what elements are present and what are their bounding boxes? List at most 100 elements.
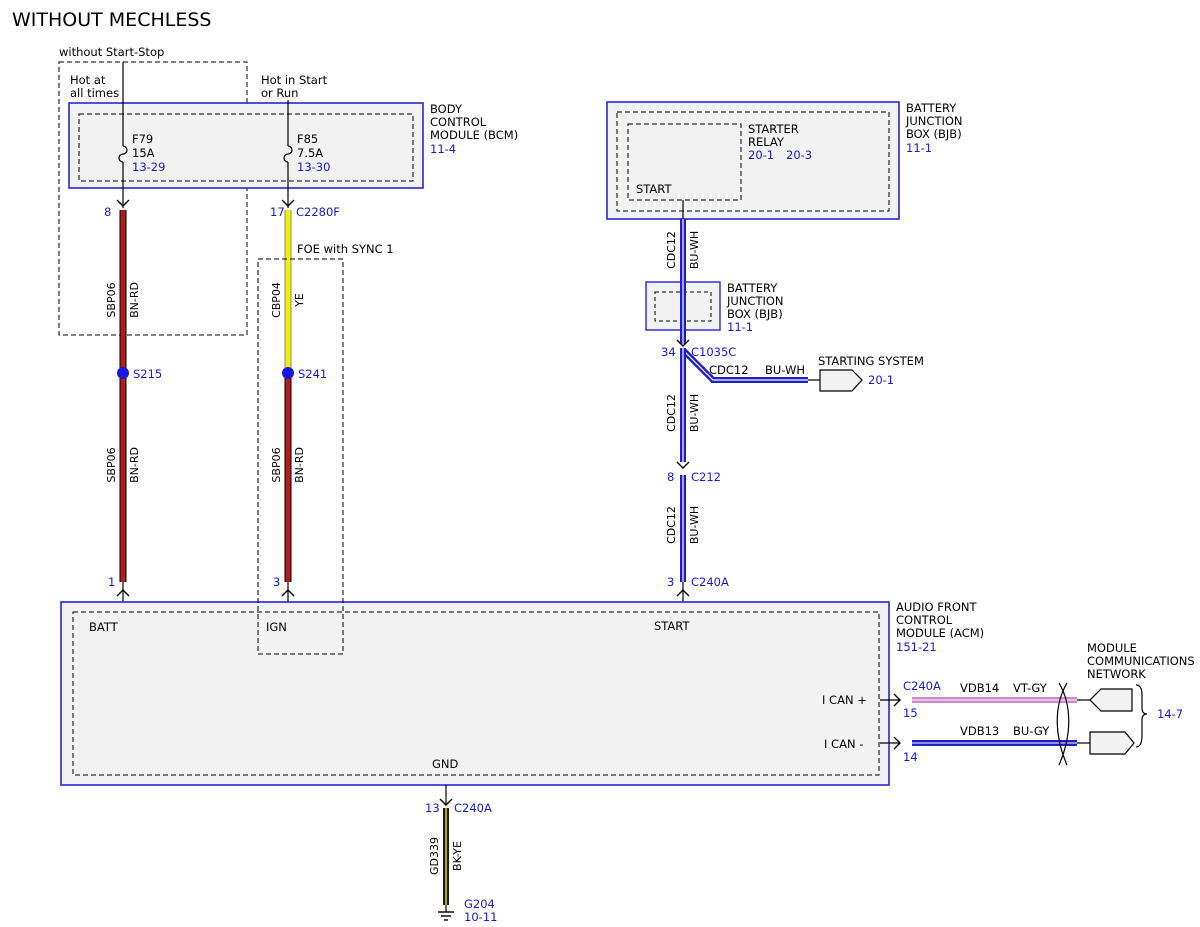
pin-8: 8 <box>104 205 111 219</box>
bcm-module <box>68 102 424 189</box>
wire-label-color: BN-RD <box>128 447 141 483</box>
wire-label-color: BU-WH <box>688 394 701 432</box>
bjb-name-1: BATTERY <box>906 101 957 115</box>
acm-pin-ican-hi: I CAN + <box>822 693 867 707</box>
connector-c240a-gnd: C240A <box>454 801 492 815</box>
acm-name-2: CONTROL <box>896 613 953 627</box>
connector-c240a-can: C240A <box>903 679 941 693</box>
acm-pin-start: START <box>654 619 690 633</box>
fuse-f79-ref: 13-29 <box>132 160 165 174</box>
starter-relay-1: STARTER <box>748 122 799 136</box>
starting-system-arrow-icon <box>819 369 863 392</box>
wire-label-color: BU-GY <box>1013 724 1050 738</box>
wire-label-color: YE <box>293 293 306 308</box>
bracket-icon <box>1135 684 1148 748</box>
fuse-f79-id: F79 <box>132 132 153 146</box>
acm-name-1: AUDIO FRONT <box>896 600 977 614</box>
acm-pin-gnd: GND <box>432 757 459 771</box>
wire-label-circuit: CDC12 <box>665 231 678 269</box>
starter-relay-ref1: 20-1 <box>748 148 774 162</box>
wire-label-color: BU-WH <box>765 363 805 377</box>
hot-at-all-times-2: all times <box>70 86 119 100</box>
pin-3-start: 3 <box>667 575 674 589</box>
wire-label-circuit: SBP06 <box>270 447 283 482</box>
wire-label-circuit: SBP06 <box>105 447 118 482</box>
wire-label-color: BN-RD <box>128 282 141 318</box>
wire-label-circuit: CDC12 <box>709 363 749 377</box>
connector-c240a-top: C240A <box>691 575 729 589</box>
starting-system-label: STARTING SYSTEM <box>818 354 924 368</box>
relay-start-pin: START <box>636 182 672 196</box>
start-stop-label: without Start-Stop <box>59 45 164 59</box>
wire-label-circuit: CDC12 <box>665 394 678 432</box>
bjb-small-name-2: JUNCTION <box>726 294 784 308</box>
bcm-ref: 11-4 <box>430 142 456 156</box>
pin-17: 17 <box>270 205 285 219</box>
starting-system-ref: 20-1 <box>868 373 894 387</box>
bjb-small-name-1: BATTERY <box>727 281 778 295</box>
ground-id: G204 <box>464 897 495 911</box>
ground-ref: 10-11 <box>464 910 497 924</box>
acm-pin-ican-lo: I CAN - <box>824 737 863 751</box>
starter-relay-ref2: 20-3 <box>786 148 812 162</box>
splice-s241 <box>282 367 294 379</box>
network-ref: 14-7 <box>1157 707 1183 721</box>
wire-label-color: BN-RD <box>293 447 306 483</box>
bjb-name-3: BOX (BJB) <box>906 127 962 141</box>
pin-13: 13 <box>425 801 440 815</box>
connector-c2280f: C2280F <box>296 205 340 219</box>
acm-pin-batt: BATT <box>89 620 119 634</box>
fuse-f85-id: F85 <box>297 132 318 146</box>
wire-label-circuit: CBP04 <box>270 282 283 318</box>
wire-label-circuit: VDB13 <box>960 724 999 738</box>
bcm-name-3: MODULE (BCM) <box>430 128 518 142</box>
pin-34: 34 <box>661 345 676 359</box>
hot-in-start-1: Hot in Start <box>261 73 328 87</box>
pin-8b: 8 <box>667 470 674 484</box>
acm-ref: 151-21 <box>896 640 937 654</box>
diagram-title: WITHOUT MECHLESS <box>12 9 211 31</box>
acm-module <box>60 601 890 786</box>
network-label-2: COMMUNICATIONS <box>1087 654 1195 668</box>
starter-relay-2: RELAY <box>748 135 785 149</box>
hot-at-all-times-1: Hot at <box>70 73 106 87</box>
fuse-f85-amp: 7.5A <box>297 146 323 160</box>
network-label-1: MODULE <box>1087 641 1137 655</box>
splice-s241-label: S241 <box>298 367 327 381</box>
acm-pin-ign: IGN <box>266 620 287 634</box>
wire-label-circuit: CDC12 <box>665 506 678 544</box>
bjb-small-ref: 11-1 <box>727 320 753 334</box>
splice-s215 <box>117 367 129 379</box>
pin-1: 1 <box>108 575 115 589</box>
bjb-ref: 11-1 <box>906 141 932 155</box>
connector-chevron-icon <box>676 461 690 469</box>
fuse-f85-ref: 13-30 <box>297 160 330 174</box>
ground-icon <box>438 905 454 921</box>
network-arrow-icon <box>1089 688 1133 712</box>
foe-label: FOE with SYNC 1 <box>297 242 394 256</box>
wire-label-color: BU-WH <box>688 506 701 544</box>
network-label-3: NETWORK <box>1087 667 1146 681</box>
hot-in-start-2: or Run <box>261 86 298 100</box>
acm-name-3: MODULE (ACM) <box>896 626 984 640</box>
bcm-name-1: BODY <box>430 102 463 116</box>
wire-label-color: BK-YE <box>451 841 464 871</box>
wiring-diagram: WITHOUT MECHLESS without Start-Stop FOE … <box>12 9 1195 924</box>
wire-label-circuit: GD339 <box>428 837 441 875</box>
connector-c1035c: C1035C <box>691 345 736 359</box>
wire-label-color: VT-GY <box>1013 681 1048 695</box>
pin-15: 15 <box>903 706 918 720</box>
twisted-pair-icon <box>1056 682 1070 766</box>
wire-label-circuit: SBP06 <box>105 282 118 317</box>
pin-3-ign: 3 <box>273 575 280 589</box>
bcm-name-2: CONTROL <box>430 115 487 129</box>
wire-label-circuit: VDB14 <box>960 681 999 695</box>
splice-s215-label: S215 <box>133 367 162 381</box>
bjb-small-name-3: BOX (BJB) <box>727 307 783 321</box>
wire-label-color: BU-WH <box>688 231 701 269</box>
connector-c212: C212 <box>691 470 721 484</box>
network-arrow-icon <box>1089 731 1135 755</box>
pin-14: 14 <box>903 750 918 764</box>
fuse-f79-amp: 15A <box>132 146 155 160</box>
bjb-name-2: JUNCTION <box>905 114 963 128</box>
